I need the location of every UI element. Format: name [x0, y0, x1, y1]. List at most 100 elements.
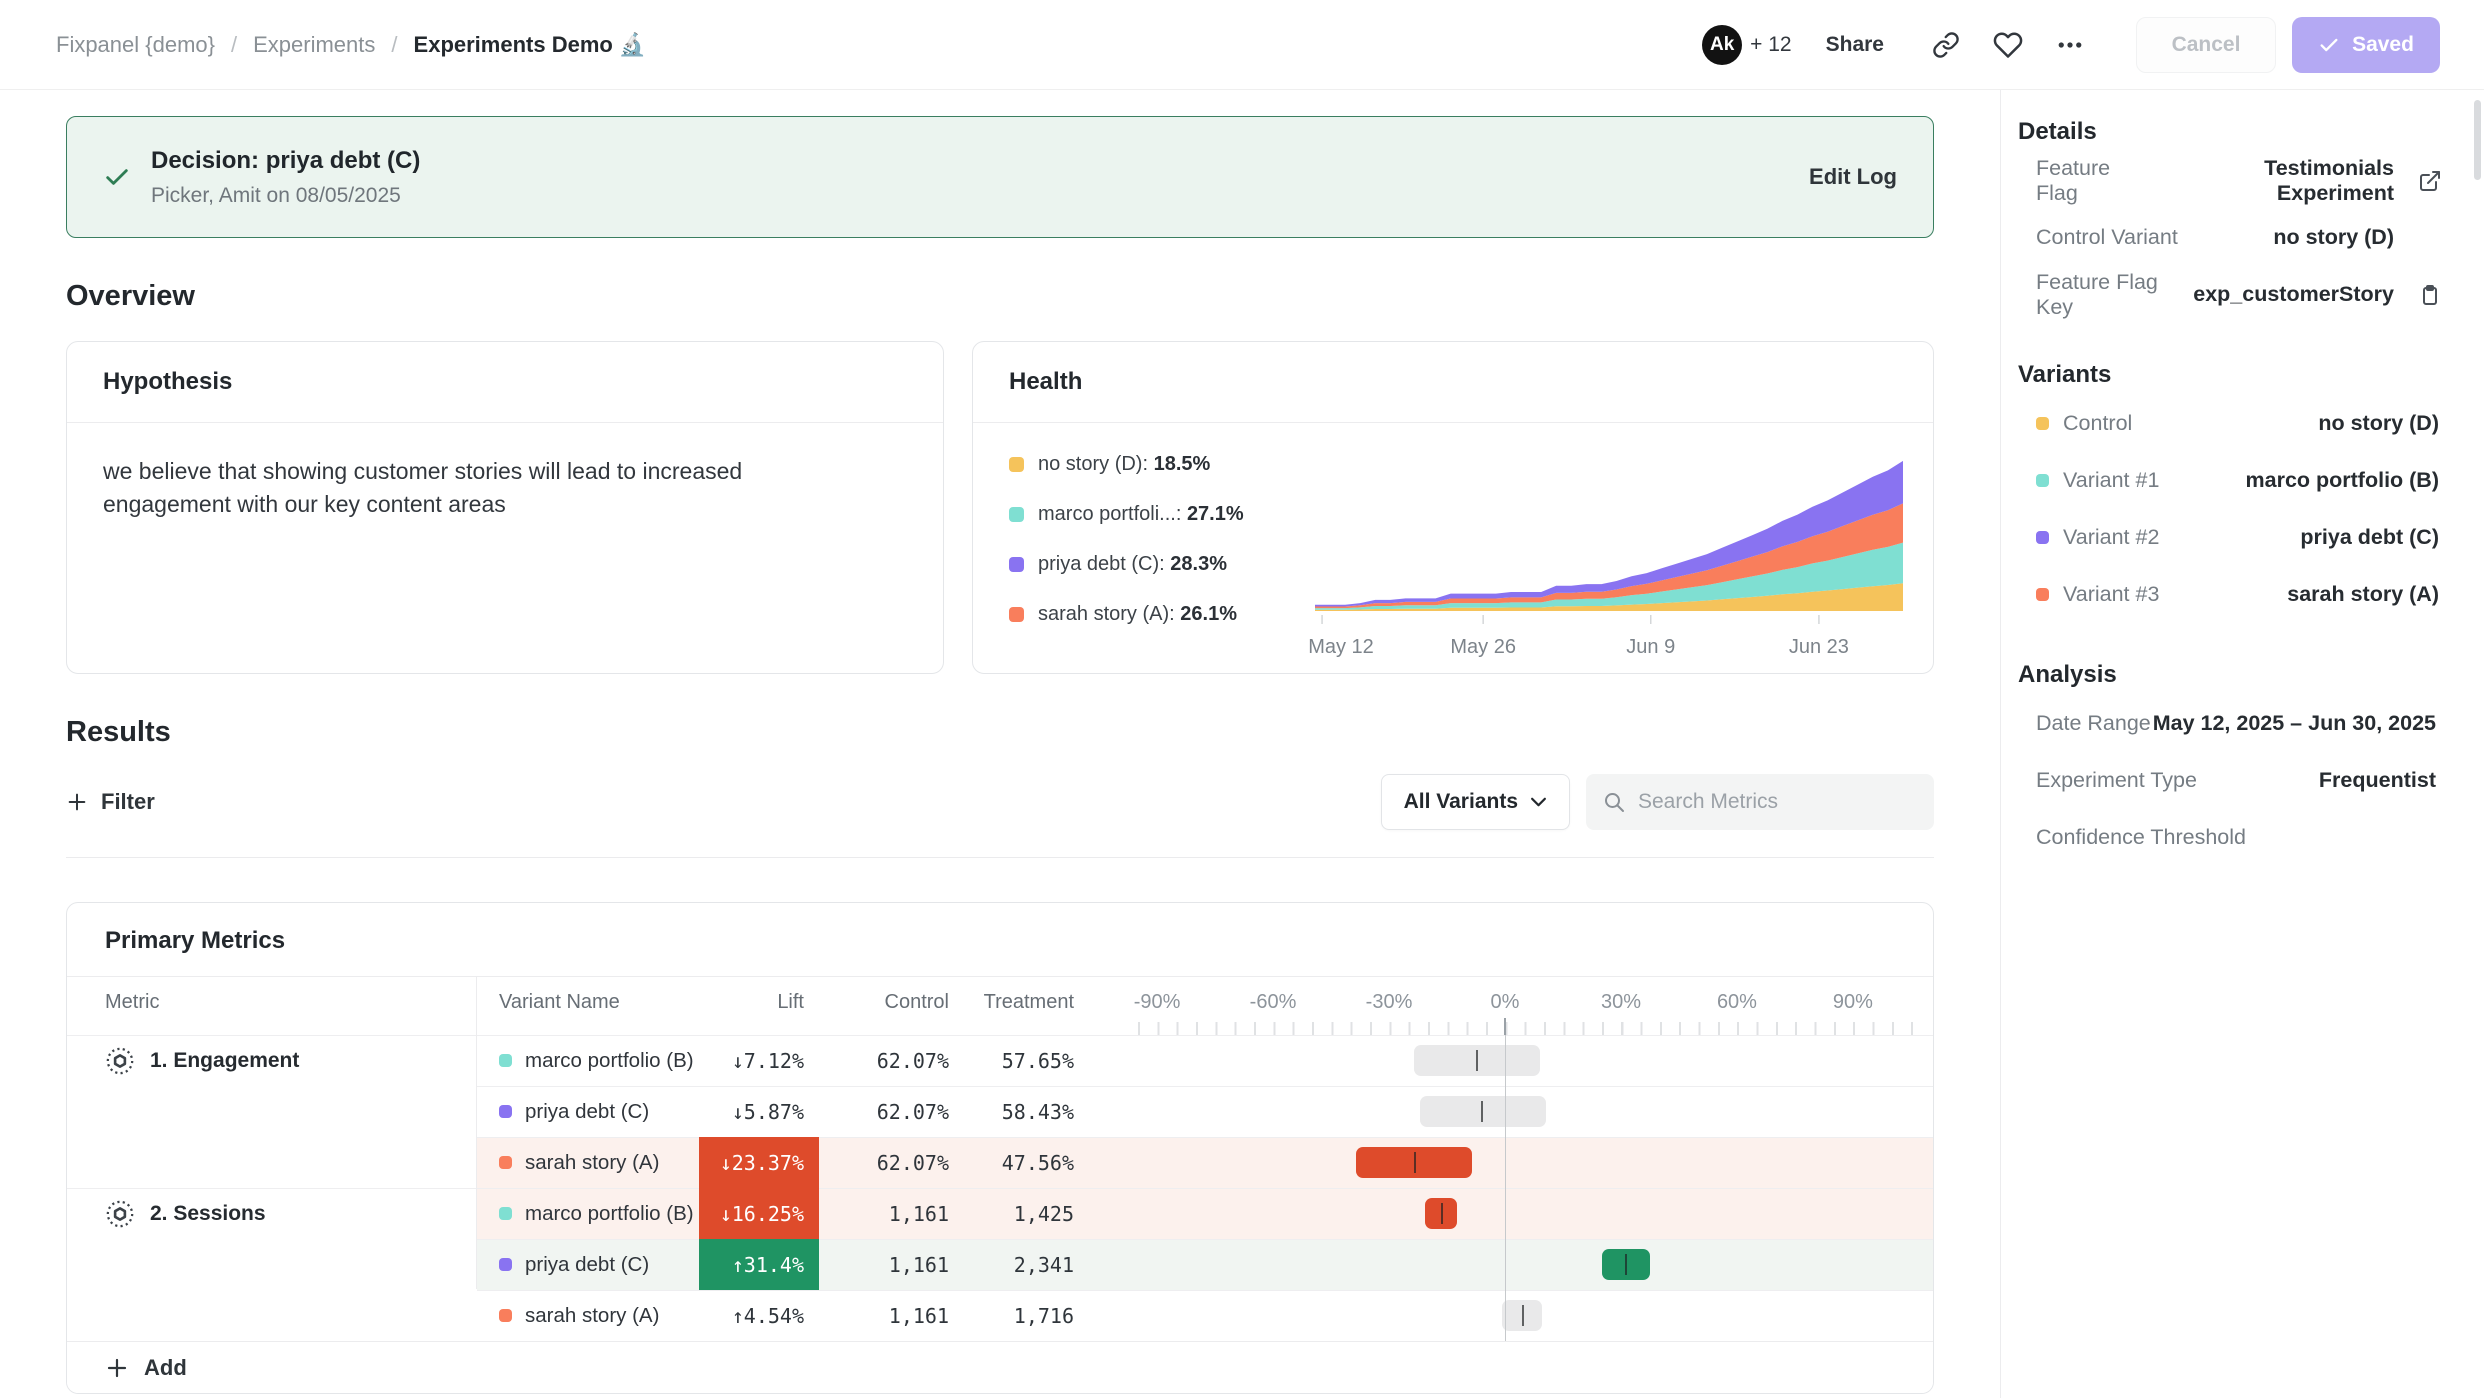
share-button[interactable]: Share — [1826, 33, 1884, 57]
results-heading: Results — [66, 716, 1934, 749]
variant-value: sarah story (A) — [2287, 582, 2439, 607]
scale-label: 60% — [1677, 991, 1797, 1014]
row-highlight — [477, 1137, 1933, 1188]
variant-row: Control no story (D) — [2018, 395, 2484, 452]
metric-goal-icon — [105, 1199, 135, 1229]
metric-cell: 2. Sessions — [105, 1188, 266, 1239]
analysis-row: Confidence Threshold — [2018, 809, 2484, 866]
detail-row: Feature FlagTestimonials Experiment — [2018, 152, 2484, 209]
saved-button[interactable]: Saved — [2292, 17, 2440, 73]
detail-value: Testimonials Experiment — [2152, 156, 2394, 206]
confidence-interval-bar — [1356, 1147, 1472, 1178]
breadcrumb-project[interactable]: Fixpanel {demo} — [56, 32, 215, 58]
collaborator-count[interactable]: + 12 — [1750, 33, 1791, 57]
legend-swatch — [1009, 607, 1024, 622]
scrollbar[interactable] — [2474, 100, 2481, 180]
detail-row: Control Variantno story (D) — [2018, 209, 2484, 266]
detail-row: Feature Flag Keyexp_customerStory — [2018, 266, 2484, 323]
scale-label: -60% — [1213, 991, 1333, 1014]
analysis-row: Experiment TypeFrequentist — [2018, 752, 2484, 809]
variant-color-dot — [2036, 531, 2049, 544]
legend-swatch — [1009, 507, 1024, 522]
variant-label: Control — [2063, 411, 2132, 436]
variant-cell: marco portfolio (B) — [499, 1188, 694, 1239]
variant-cell: sarah story (A) — [499, 1137, 659, 1188]
cancel-button[interactable]: Cancel — [2136, 17, 2276, 73]
variant-name: sarah story (A) — [525, 1304, 659, 1328]
legend-item: priya debt (C): 28.3% — [1009, 553, 1309, 576]
health-chart: May 12May 26Jun 9Jun 23 — [1309, 453, 1909, 665]
variant-value: no story (D) — [2318, 411, 2439, 436]
row-divider — [477, 1239, 1933, 1240]
legend-item: no story (D): 18.5% — [1009, 453, 1309, 476]
add-filter-button[interactable]: Filter — [66, 789, 155, 815]
table-row[interactable]: priya debt (C)↑31.4%1,1612,341 — [67, 1239, 1933, 1290]
treatment-value: 1,425 — [944, 1188, 1074, 1239]
copy-icon[interactable] — [2418, 283, 2442, 307]
external-link-icon[interactable] — [2418, 169, 2442, 193]
variant-color-dot — [499, 1309, 512, 1322]
external-link-button[interactable] — [2418, 169, 2442, 193]
table-row[interactable]: sarah story (A)↓23.37%62.07%47.56% — [67, 1137, 1933, 1188]
decision-subtitle: Picker, Amit on 08/05/2025 — [151, 184, 420, 208]
table-header: Metric Variant Name Lift Control Treatme… — [67, 977, 1933, 1035]
table-row[interactable]: sarah story (A)↑4.54%1,1611,716 — [67, 1290, 1933, 1341]
lift-value: ↓5.87% — [699, 1086, 819, 1137]
analysis-label: Date Range — [2036, 711, 2151, 736]
scale-label: -30% — [1329, 991, 1449, 1014]
x-axis-label: May 12 — [1309, 636, 1374, 658]
col-lift: Lift — [699, 991, 819, 1014]
variant-name: priya debt (C) — [525, 1253, 649, 1277]
primary-metrics-title: Primary Metrics — [67, 903, 1933, 977]
control-value: 62.07% — [829, 1137, 949, 1188]
edit-log-button[interactable]: Edit Log — [1809, 164, 1897, 190]
legend-swatch — [1009, 457, 1024, 472]
lift-marker — [1476, 1050, 1478, 1071]
legend-value: 28.3% — [1170, 553, 1227, 575]
decision-title: Decision: priya debt (C) — [151, 147, 420, 175]
table-body: 1. Engagementmarco portfolio (B)↓7.12%62… — [67, 1035, 1933, 1341]
avatar[interactable]: Ak — [1702, 25, 1742, 65]
variant-value: marco portfolio (B) — [2246, 468, 2440, 493]
variant-name: marco portfolio (B) — [525, 1202, 694, 1226]
variant-color-dot — [2036, 417, 2049, 430]
metric-goal-icon — [105, 1046, 135, 1076]
legend-label: priya debt (C): 28.3% — [1038, 553, 1227, 576]
analysis-value: Frequentist — [2319, 768, 2436, 793]
variant-filter-dropdown[interactable]: All Variants — [1381, 774, 1570, 830]
breadcrumb: Fixpanel {demo} / Experiments / Experime… — [56, 32, 646, 58]
favorite-heart-icon[interactable] — [1986, 23, 2030, 67]
breadcrumb-separator: / — [231, 32, 237, 58]
search-metrics-input[interactable] — [1638, 790, 1918, 814]
confidence-interval-bar — [1414, 1045, 1540, 1076]
add-metric-button[interactable]: Add — [67, 1341, 1933, 1393]
treatment-value: 2,341 — [944, 1239, 1074, 1290]
table-row[interactable]: 1. Engagementmarco portfolio (B)↓7.12%62… — [67, 1035, 1933, 1086]
breadcrumb-experiments[interactable]: Experiments — [253, 32, 375, 58]
table-row[interactable]: priya debt (C)↓5.87%62.07%58.43% — [67, 1086, 1933, 1137]
variant-color-dot — [499, 1105, 512, 1118]
variant-row: Variant #3sarah story (A) — [2018, 566, 2484, 623]
lift-marker — [1522, 1305, 1524, 1326]
detail-value: exp_customerStory — [2193, 282, 2394, 307]
lift-marker — [1441, 1203, 1443, 1224]
col-treatment: Treatment — [944, 991, 1074, 1014]
row-highlight — [477, 1188, 1933, 1239]
col-metric: Metric — [105, 991, 159, 1014]
hypothesis-title: Hypothesis — [67, 342, 943, 423]
experiment-page: Fixpanel {demo} / Experiments / Experime… — [0, 0, 2484, 1398]
column-divider — [476, 977, 477, 1289]
lift-value: ↑31.4% — [699, 1239, 819, 1290]
copy-button[interactable] — [2418, 283, 2442, 307]
confidence-interval-bar — [1602, 1249, 1650, 1280]
search-icon — [1602, 790, 1626, 814]
metric-name: 2. Sessions — [150, 1202, 266, 1226]
table-row[interactable]: 2. Sessionsmarco portfolio (B)↓16.25%1,1… — [67, 1188, 1933, 1239]
x-axis-label: Jun 23 — [1789, 636, 1849, 658]
more-options-icon[interactable] — [2048, 23, 2092, 67]
variant-name: sarah story (A) — [525, 1151, 659, 1175]
lift-value: ↑4.54% — [699, 1290, 819, 1341]
copy-link-icon[interactable] — [1924, 23, 1968, 67]
confidence-interval-bar — [1425, 1198, 1457, 1229]
details-sidebar: Details Feature FlagTestimonials Experim… — [2000, 90, 2484, 1398]
